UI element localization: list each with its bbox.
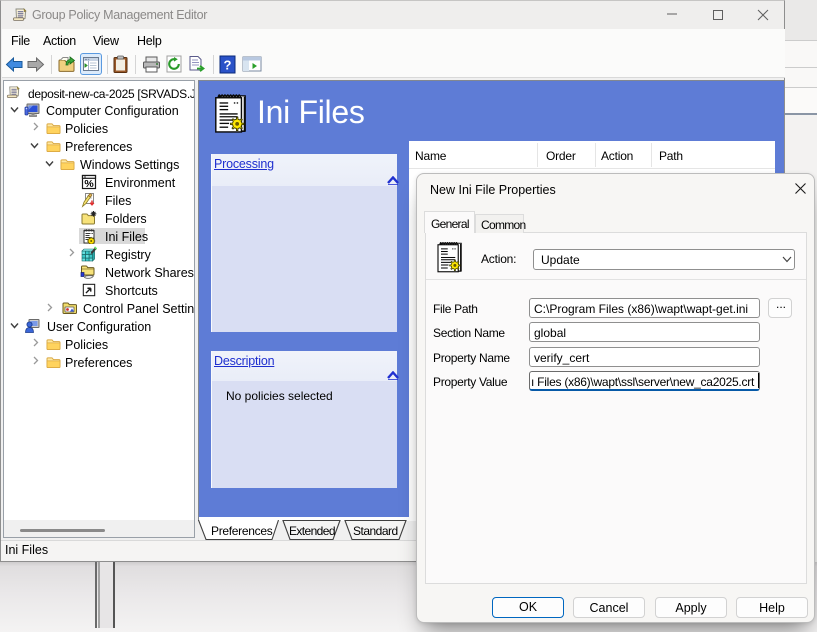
svg-text:?: ?	[224, 58, 232, 73]
